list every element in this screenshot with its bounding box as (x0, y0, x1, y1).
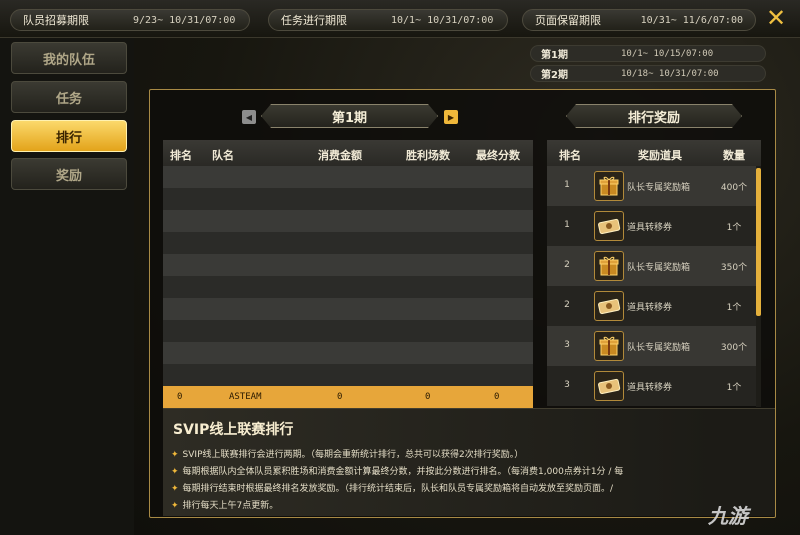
col-team-name: 队名 (212, 149, 234, 162)
prev-period-arrow-icon[interactable]: ◀ (242, 110, 256, 124)
recruit-period: 队员招募期限 9/23~ 10/31/07:00 (10, 9, 250, 31)
list-item: 3 队长专属奖励箱 300个 (547, 326, 756, 366)
mission-period: 任务进行期限 10/1~ 10/31/07:00 (268, 9, 508, 31)
table-row (163, 166, 533, 188)
mission-period-label: 任务进行期限 (281, 14, 347, 27)
reward-qty: 1个 (726, 223, 742, 233)
col-rank: 排名 (170, 149, 192, 162)
reward-rank: 1 (564, 220, 570, 230)
reward-rank: 3 (564, 380, 570, 390)
close-icon[interactable]: ✕ (763, 6, 789, 32)
star-bullet-icon: ✦ (171, 450, 179, 460)
col-reward-rank: 排名 (559, 149, 581, 162)
table-row (163, 320, 533, 342)
reward-qty: 1个 (726, 303, 742, 313)
reward-qty: 350个 (720, 263, 748, 273)
ticket-icon[interactable] (594, 371, 624, 401)
star-bullet-icon: ✦ (171, 501, 179, 511)
phase-2-dates: 10/18~ 10/31/07:00 (621, 68, 719, 79)
reward-item-name: 队长专属奖励箱 (627, 343, 691, 353)
reward-rank: 2 (564, 260, 570, 270)
description-title: SVIP线上联赛排行 (173, 422, 294, 438)
description-line: ✦ 每期根据队内全体队员累积胜场和消费金额计算最终分数，并按此分数进行排名。（每消… (171, 467, 624, 477)
reward-item-name: 道具转移券 (627, 383, 673, 393)
gift-box-icon[interactable] (594, 251, 624, 281)
table-row (163, 342, 533, 364)
period-title: 第1期 (261, 104, 438, 128)
my-spending: 0 (337, 392, 343, 402)
reward-item-name: 队长专属奖励箱 (627, 263, 691, 273)
recruit-period-label: 队员招募期限 (23, 14, 89, 27)
list-item: 1 队长专属奖励箱 400个 (547, 166, 756, 206)
reward-rank: 2 (564, 300, 570, 310)
phase-1-dates: 10/1~ 10/15/07:00 (621, 48, 714, 59)
table-row (163, 232, 533, 254)
my-final-score: 0 (494, 392, 500, 402)
phase-2-info: 第2期 10/18~ 10/31/07:00 (530, 65, 766, 82)
reward-table-header: 排名 奖励道具 数量 (547, 140, 761, 166)
phase-2-label: 第2期 (541, 70, 568, 81)
reward-rank: 1 (564, 180, 570, 190)
site-watermark: 九游 (708, 504, 748, 528)
page-keep-period-value: 10/31~ 11/6/07:00 (640, 14, 743, 26)
reward-table-body: 1 队长专属奖励箱 400个 1 道具转移券 1个 2 队长专属奖励箱 350个… (547, 166, 756, 407)
reward-section-title: 排行奖励 (566, 104, 742, 128)
col-spending: 消费金额 (318, 149, 362, 162)
list-item: 2 道具转移券 1个 (547, 286, 756, 326)
table-row (163, 276, 533, 298)
description-line: ✦ 每期排行结束时根据最终排名发放奖励。（排行统计结束后，队长和队员专属奖励箱将自… (171, 484, 614, 494)
my-rank: 0 (177, 392, 183, 402)
scrollbar-thumb[interactable] (756, 168, 761, 316)
reward-rank: 3 (564, 340, 570, 350)
phase-1-label: 第1期 (541, 50, 568, 61)
description-line: ✦ 排行每天上午7点更新。 (171, 501, 279, 511)
my-team-row: 0 ASTEAM 0 0 0 (163, 386, 533, 408)
page-keep-period-label: 页面保留期限 (535, 14, 601, 27)
table-row (163, 210, 533, 232)
description-line: ✦ SVIP线上联赛排行会进行两期。（每期会重新统计排行，总共可以获得2次排行奖励… (171, 450, 524, 460)
ticket-icon[interactable] (594, 291, 624, 321)
reward-item-name: 道具转移券 (627, 223, 673, 233)
sidebar-item-my-team[interactable]: 我的队伍 (11, 42, 127, 74)
sidebar-item-rewards[interactable]: 奖励 (11, 158, 127, 190)
table-row (163, 298, 533, 320)
description-box: SVIP线上联赛排行 ✦ SVIP线上联赛排行会进行两期。（每期会重新统计排行，总… (163, 408, 775, 516)
table-row (163, 254, 533, 276)
mission-period-value: 10/1~ 10/31/07:00 (391, 14, 494, 26)
col-final-score: 最终分数 (476, 149, 520, 162)
star-bullet-icon: ✦ (171, 484, 179, 494)
reward-item-name: 道具转移券 (627, 303, 673, 313)
gift-box-icon[interactable] (594, 331, 624, 361)
col-reward-qty: 数量 (723, 149, 745, 162)
reward-qty: 300个 (720, 343, 748, 353)
col-reward-item: 奖励道具 (638, 149, 682, 162)
col-wins: 胜利场数 (406, 149, 450, 162)
next-period-arrow-icon[interactable]: ▶ (444, 110, 458, 124)
phase-1-info: 第1期 10/1~ 10/15/07:00 (530, 45, 766, 62)
star-bullet-icon: ✦ (171, 467, 179, 477)
reward-scrollbar[interactable] (756, 166, 761, 407)
top-bar: 队员招募期限 9/23~ 10/31/07:00 任务进行期限 10/1~ 10… (0, 0, 800, 38)
table-row (163, 188, 533, 210)
my-wins: 0 (425, 392, 431, 402)
recruit-period-value: 9/23~ 10/31/07:00 (133, 14, 236, 26)
ranking-table-header: 排名 队名 消费金额 胜利场数 最终分数 (163, 140, 533, 166)
list-item: 3 道具转移券 1个 (547, 366, 756, 406)
gift-box-icon[interactable] (594, 171, 624, 201)
ranking-table-body: 0 ASTEAM 0 0 0 (163, 166, 533, 408)
my-team-name: ASTEAM (229, 392, 262, 402)
sidebar-item-ranking[interactable]: 排行 (11, 120, 127, 152)
reward-item-name: 队长专属奖励箱 (627, 183, 691, 193)
list-item: 2 队长专属奖励箱 350个 (547, 246, 756, 286)
list-item: 1 道具转移券 1个 (547, 206, 756, 246)
sidebar: 我的队伍 任务 排行 奖励 (0, 38, 134, 535)
sidebar-item-tasks[interactable]: 任务 (11, 81, 127, 113)
page-keep-period: 页面保留期限 10/31~ 11/6/07:00 (522, 9, 756, 31)
ticket-icon[interactable] (594, 211, 624, 241)
reward-qty: 1个 (726, 383, 742, 393)
table-row (163, 364, 533, 386)
reward-qty: 400个 (720, 183, 748, 193)
